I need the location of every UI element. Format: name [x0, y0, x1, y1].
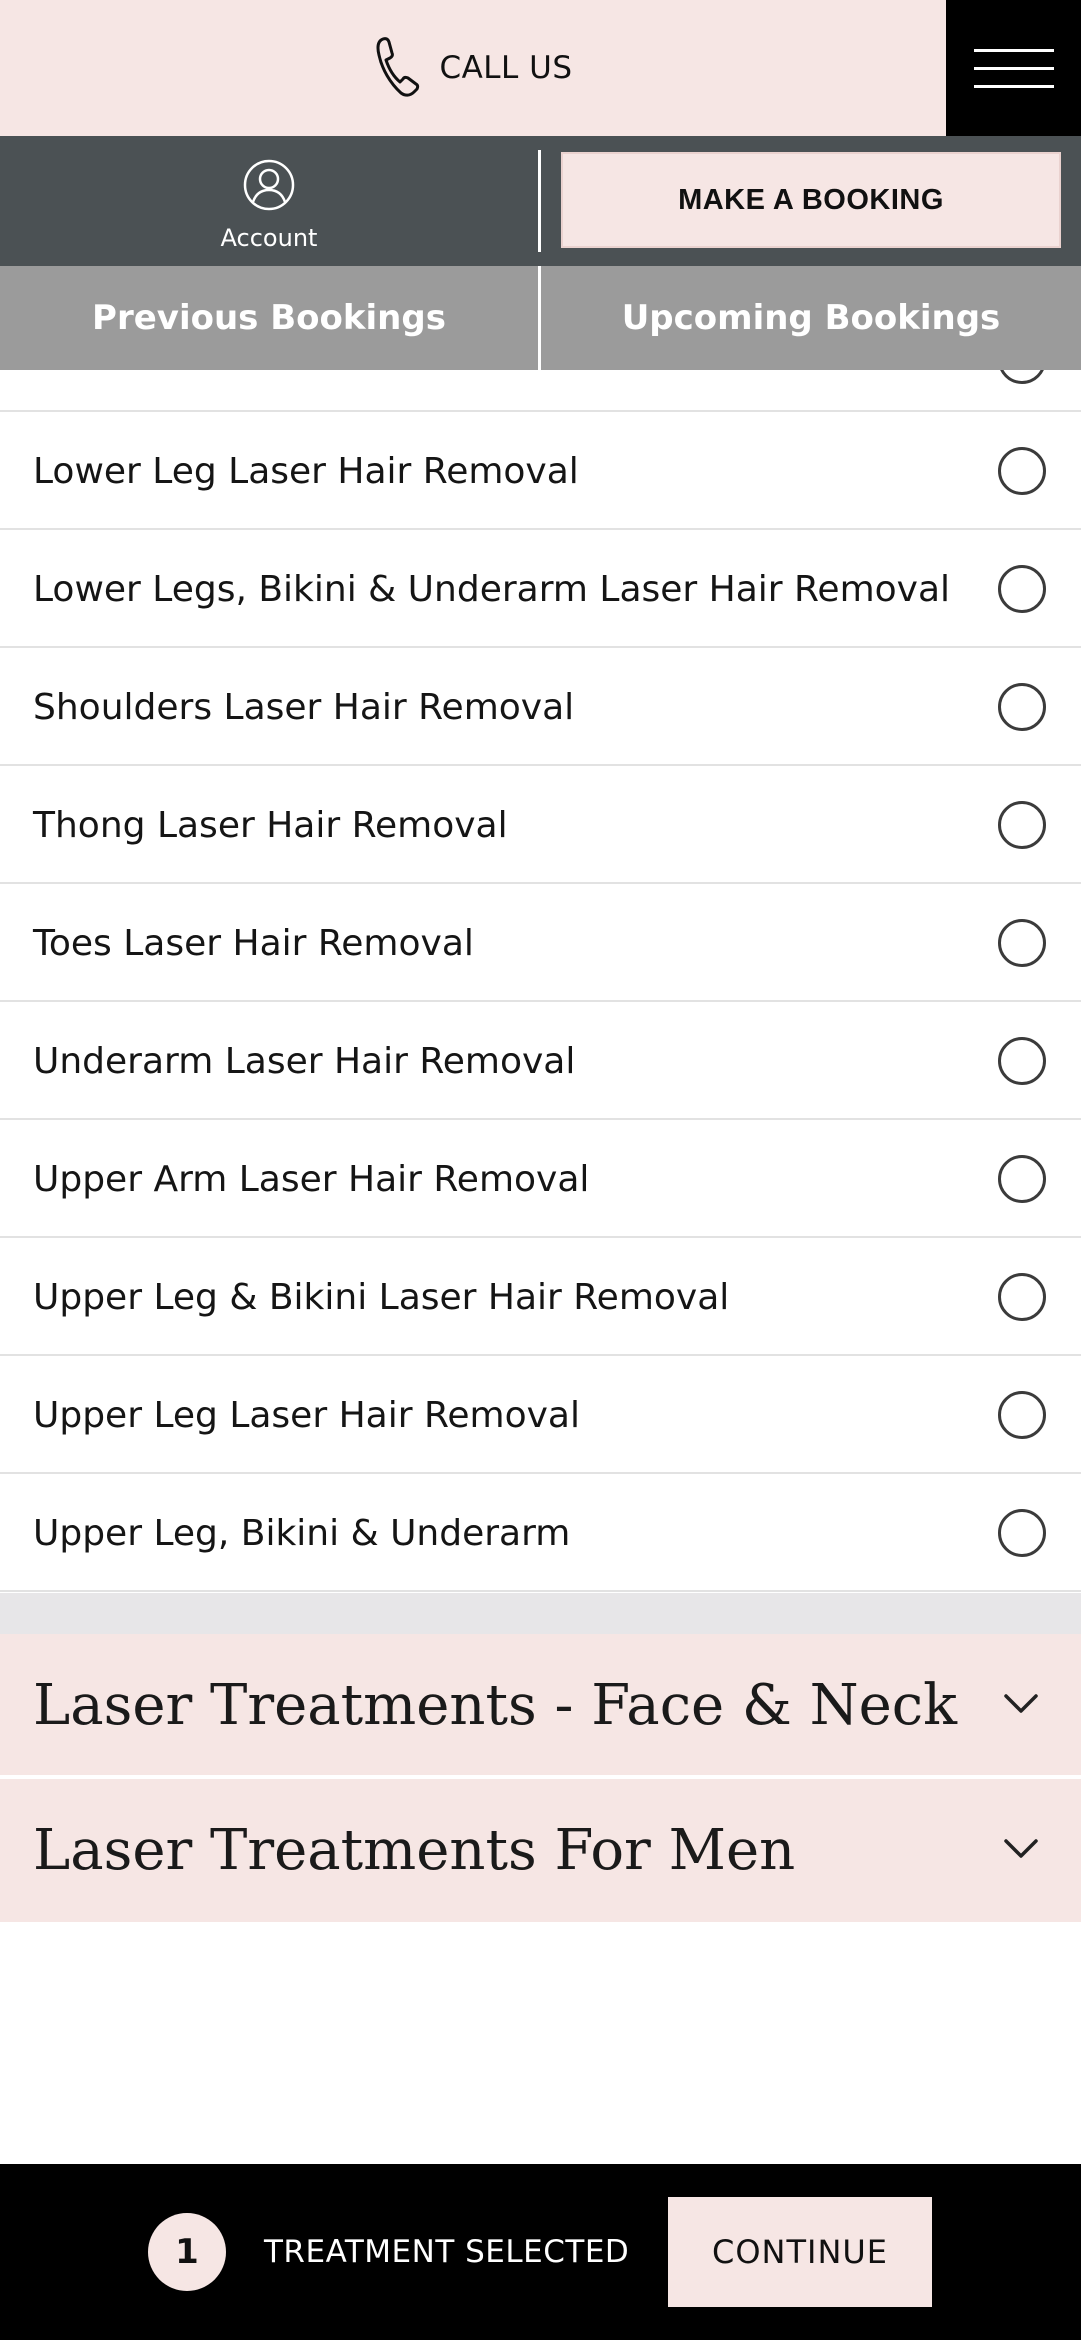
phone-icon	[373, 33, 421, 103]
category-accordion-men[interactable]: Laser Treatments For Men	[0, 1779, 1081, 1922]
user-circle-icon	[242, 150, 296, 216]
category-accordion-face-neck[interactable]: Laser Treatments - Face & Neck	[0, 1634, 1081, 1777]
treatment-row[interactable]: Upper Leg Laser Hair Removal	[0, 1356, 1081, 1474]
treatment-label: Shoulders Laser Hair Removal	[33, 686, 575, 728]
call-us-label: CALL US	[439, 50, 573, 86]
radio-button[interactable]	[998, 1037, 1046, 1085]
treatment-label: Upper Arm Laser Hair Removal	[33, 1158, 590, 1200]
radio-button[interactable]	[998, 1273, 1046, 1321]
treatment-row[interactable]: Lower Leg Laser Hair Removal	[0, 412, 1081, 530]
treatment-label: Lower Leg Laser Hair Removal	[33, 450, 579, 492]
account-button[interactable]: Account	[0, 136, 538, 266]
selection-footer: 1 TREATMENT SELECTED CONTINUE	[0, 2164, 1081, 2340]
treatment-label: Underarm Laser Hair Removal	[33, 1040, 576, 1082]
section-separator	[0, 1593, 1081, 1634]
top-bar: CALL US	[0, 0, 1081, 136]
treatment-label: Thong Laser Hair Removal	[33, 804, 508, 846]
list-item-partial	[0, 370, 1081, 412]
radio-button[interactable]	[998, 1509, 1046, 1557]
account-label: Account	[220, 224, 318, 252]
treatment-label: Toes Laser Hair Removal	[33, 922, 474, 964]
radio-button[interactable]	[998, 801, 1046, 849]
treatment-selected-label: TREATMENT SELECTED	[264, 2234, 630, 2270]
tab-previous-bookings[interactable]: Previous Bookings	[0, 266, 538, 370]
treatment-row[interactable]: Lower Legs, Bikini & Underarm Laser Hair…	[0, 530, 1081, 648]
radio-button[interactable]	[998, 447, 1046, 495]
treatment-label: Upper Leg Laser Hair Removal	[33, 1394, 580, 1436]
radio-button[interactable]	[998, 370, 1046, 384]
tab-upcoming-bookings[interactable]: Upcoming Bookings	[541, 266, 1081, 370]
account-bar: Account MAKE A BOOKING	[0, 136, 1081, 266]
selected-count-badge: 1	[148, 2213, 226, 2291]
radio-button[interactable]	[998, 919, 1046, 967]
bookings-tabs: Previous Bookings Upcoming Bookings	[0, 266, 1081, 370]
category-title: Laser Treatments - Face & Neck	[33, 1673, 958, 1738]
divider	[538, 150, 541, 252]
continue-button[interactable]: CONTINUE	[668, 2197, 932, 2307]
treatment-row[interactable]: Underarm Laser Hair Removal	[0, 1002, 1081, 1120]
chevron-down-icon	[1004, 1694, 1038, 1713]
radio-button[interactable]	[998, 1391, 1046, 1439]
treatment-row[interactable]: Thong Laser Hair Removal	[0, 766, 1081, 884]
chevron-down-icon	[1004, 1839, 1038, 1858]
treatment-row[interactable]: Upper Leg, Bikini & Underarm	[0, 1474, 1081, 1592]
treatment-row[interactable]: Shoulders Laser Hair Removal	[0, 648, 1081, 766]
category-title: Laser Treatments For Men	[33, 1818, 796, 1883]
radio-button[interactable]	[998, 565, 1046, 613]
make-a-booking-button[interactable]: MAKE A BOOKING	[561, 152, 1061, 248]
hamburger-menu-icon[interactable]	[946, 0, 1081, 136]
treatment-label: Upper Leg, Bikini & Underarm	[33, 1512, 571, 1554]
treatment-row[interactable]: Upper Arm Laser Hair Removal	[0, 1120, 1081, 1238]
radio-button[interactable]	[998, 1155, 1046, 1203]
treatment-row[interactable]: Upper Leg & Bikini Laser Hair Removal	[0, 1238, 1081, 1356]
call-us-button[interactable]: CALL US	[0, 0, 946, 136]
treatment-row[interactable]: Toes Laser Hair Removal	[0, 884, 1081, 1002]
radio-button[interactable]	[998, 683, 1046, 731]
treatment-list: Lower Leg Laser Hair Removal Lower Legs,…	[0, 370, 1081, 1592]
treatment-label: Upper Leg & Bikini Laser Hair Removal	[33, 1276, 730, 1318]
treatment-label: Lower Legs, Bikini & Underarm Laser Hair…	[33, 568, 951, 610]
